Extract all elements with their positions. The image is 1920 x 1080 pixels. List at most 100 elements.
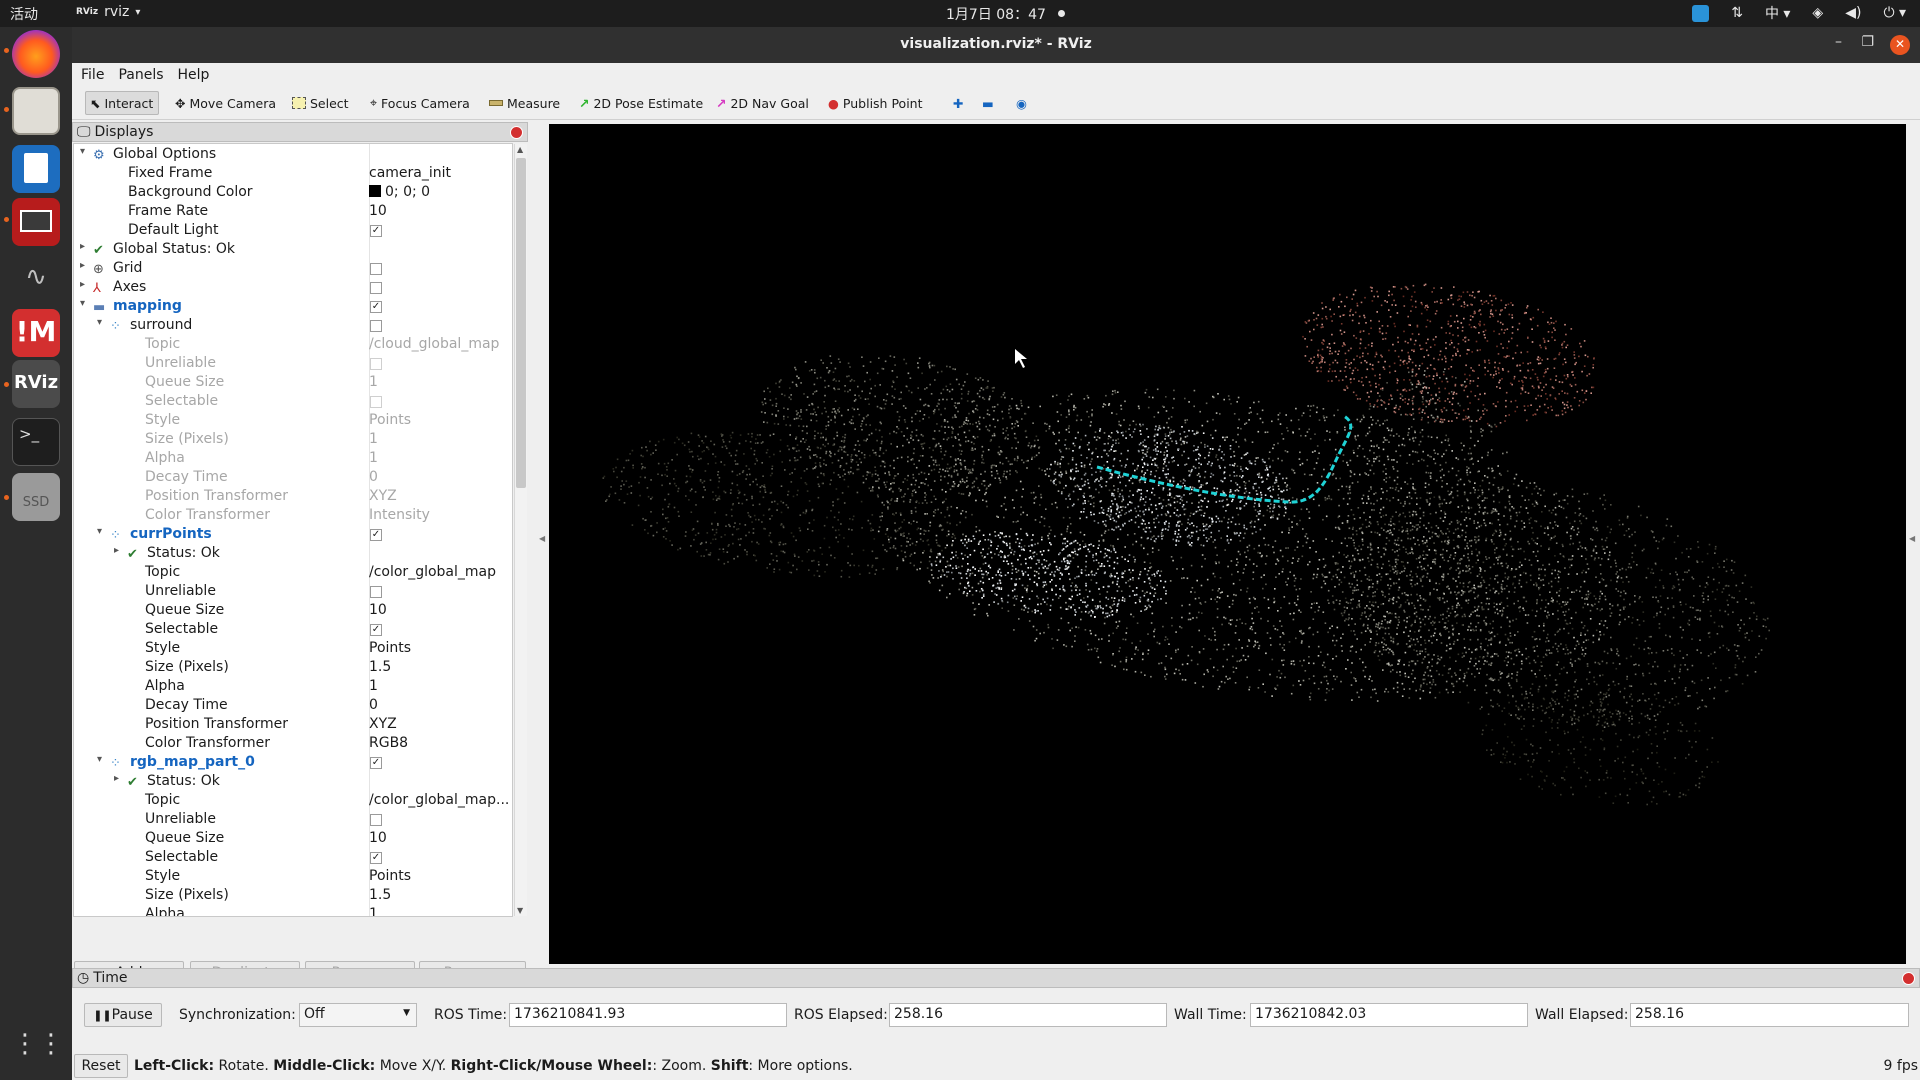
display-tree-row[interactable]: Size (Pixels) 1.5 xyxy=(74,659,512,678)
scroll-up-arrow[interactable]: ▲ xyxy=(517,145,523,154)
checkbox[interactable]: ✓ xyxy=(370,529,382,541)
pose-estimate-tool[interactable]: ↗ 2D Pose Estimate xyxy=(575,91,707,115)
display-tree-row[interactable]: Size (Pixels) 1 xyxy=(74,431,512,450)
property-value[interactable]: Points xyxy=(369,640,411,656)
scrollbar-thumb[interactable] xyxy=(516,158,526,488)
checkbox[interactable] xyxy=(370,358,382,370)
power-icon[interactable]: ⏻ ▾ xyxy=(1883,5,1906,21)
volume-icon[interactable]: ◀) xyxy=(1845,5,1861,21)
measure-tool[interactable]: Measure xyxy=(485,91,564,115)
display-tree-row[interactable]: ▸ ✔ Status: Ok xyxy=(74,545,512,564)
display-tree-row[interactable]: Topic/color_global_map... xyxy=(74,792,512,811)
property-value[interactable]: 1.5 xyxy=(369,659,391,675)
clock[interactable]: 1月7日 08：47 xyxy=(946,4,1046,24)
property-value[interactable]: XYZ xyxy=(369,716,397,732)
display-tree-row[interactable]: Alpha 1 xyxy=(74,906,512,916)
display-tree-row[interactable]: Selectable xyxy=(74,393,512,412)
terminal-icon[interactable]: >_ xyxy=(12,418,60,466)
display-tree-row[interactable]: ▾ ⁘ surround xyxy=(74,317,512,336)
display-tree-row[interactable]: ▾ ⚙ Global Options xyxy=(74,146,512,165)
focus-camera-tool[interactable]: ⌖ Focus Camera xyxy=(366,91,474,115)
collapse-left-arrow[interactable]: ◀ xyxy=(539,534,545,543)
app-menu[interactable]: RViz rviz ▾ xyxy=(76,4,140,20)
display-tree-row[interactable]: Unreliable xyxy=(74,355,512,374)
files-icon[interactable] xyxy=(12,87,60,135)
scroll-down-arrow[interactable]: ▼ xyxy=(517,906,523,915)
wifi-icon[interactable]: ◈ xyxy=(1812,5,1823,21)
property-value[interactable]: 0; 0; 0 xyxy=(369,184,430,200)
property-value[interactable]: Intensity xyxy=(369,507,430,523)
vertical-scrollbar[interactable]: ▲ ▼ xyxy=(514,144,527,916)
wall-time-field[interactable]: 1736210842.03 xyxy=(1250,1003,1528,1027)
checkbox[interactable] xyxy=(370,586,382,598)
property-value[interactable]: 10 xyxy=(369,203,387,219)
remove-tool-button[interactable]: ▬ xyxy=(978,91,998,115)
reset-button[interactable]: Reset xyxy=(74,1054,128,1078)
checkbox[interactable]: ✓ xyxy=(370,624,382,636)
system-monitor-icon[interactable]: ∿ xyxy=(12,255,60,303)
display-tree-row[interactable]: Background Color 0; 0; 0 xyxy=(74,184,512,203)
move-camera-tool[interactable]: ✥ Move Camera xyxy=(171,91,280,115)
property-value[interactable]: 0 xyxy=(369,469,378,485)
expand-down-icon[interactable]: ▾ xyxy=(97,317,102,328)
pause-button[interactable]: ❚❚Pause xyxy=(84,1003,162,1027)
checkbox[interactable]: ✓ xyxy=(370,852,382,864)
display-tree-row[interactable]: Alpha 1 xyxy=(74,450,512,469)
close-time-panel-icon[interactable] xyxy=(1902,972,1915,985)
property-value[interactable]: Points xyxy=(369,412,411,428)
terminal-app-icon[interactable] xyxy=(12,198,60,246)
display-tree-row[interactable]: Topic/cloud_global_map xyxy=(74,336,512,355)
property-value[interactable]: RGB8 xyxy=(369,735,408,751)
display-tree-row[interactable]: Queue Size 10 xyxy=(74,830,512,849)
property-value[interactable]: 1 xyxy=(369,906,378,916)
display-tree-row[interactable]: ▾ ⁘ currPoints ✓ xyxy=(74,526,512,545)
expand-right-icon[interactable]: ▸ xyxy=(114,773,119,784)
display-tree-row[interactable]: Alpha 1 xyxy=(74,678,512,697)
rviz-dock-icon[interactable]: RViz xyxy=(12,360,60,408)
expand-right-icon[interactable]: ▸ xyxy=(80,279,85,290)
checkbox[interactable]: ✓ xyxy=(370,225,382,237)
display-tree-row[interactable]: Default Light ✓ xyxy=(74,222,512,241)
property-value[interactable]: /color_global_map... xyxy=(369,792,509,808)
telegram-tray-icon[interactable] xyxy=(1692,4,1710,22)
display-tree-row[interactable]: Color Transformer RGB8 xyxy=(74,735,512,754)
checkbox[interactable] xyxy=(370,320,382,332)
maximize-icon[interactable]: ❐ xyxy=(1861,34,1874,50)
display-tree-row[interactable]: ▾ ⁘ rgb_map_part_0 ✓ xyxy=(74,754,512,773)
expand-down-icon[interactable]: ▾ xyxy=(80,298,85,309)
checkbox[interactable] xyxy=(370,814,382,826)
display-tree-row[interactable]: Style Points xyxy=(74,868,512,887)
checkbox[interactable] xyxy=(370,263,382,275)
input-method-indicator[interactable]: 中 ▾ xyxy=(1765,3,1790,23)
display-tree-row[interactable]: Frame Rate 10 xyxy=(74,203,512,222)
display-tree-row[interactable]: Topic/color_global_map xyxy=(74,564,512,583)
display-tree-row[interactable]: Position Transformer XYZ xyxy=(74,488,512,507)
activities-button[interactable]: 活动 xyxy=(10,4,38,24)
display-tree-row[interactable]: Fixed Frame camera_init xyxy=(74,165,512,184)
display-tree-row[interactable]: Style Points xyxy=(74,640,512,659)
checkbox[interactable]: ✓ xyxy=(370,757,382,769)
writer-icon[interactable] xyxy=(12,145,60,193)
display-tree-row[interactable]: ▾ ▬ mapping ✓ xyxy=(74,298,512,317)
display-tree-row[interactable]: Position Transformer XYZ xyxy=(74,716,512,735)
display-tree-row[interactable]: Color Transformer Intensity xyxy=(74,507,512,526)
tool-properties-button[interactable]: ◉ xyxy=(1012,91,1031,115)
display-tree-row[interactable]: Decay Time 0 xyxy=(74,697,512,716)
display-tree-row[interactable]: ▸ ⅄ Axes xyxy=(74,279,512,298)
minimize-icon[interactable]: – xyxy=(1835,34,1842,50)
expand-down-icon[interactable]: ▾ xyxy=(80,146,85,157)
display-tree-row[interactable]: Style Points xyxy=(74,412,512,431)
property-value[interactable]: /color_global_map xyxy=(369,564,496,580)
property-value[interactable]: 0 xyxy=(369,697,378,713)
interact-tool[interactable]: ⬉ Interact xyxy=(85,91,159,115)
network-icon[interactable]: ⇅ xyxy=(1731,5,1743,21)
display-tree-row[interactable]: Selectable ✓ xyxy=(74,621,512,640)
property-value[interactable]: 1 xyxy=(369,431,378,447)
display-tree-row[interactable]: Queue Size 10 xyxy=(74,602,512,621)
checkbox[interactable] xyxy=(370,282,382,294)
property-value[interactable]: 10 xyxy=(369,602,387,618)
displays-tree[interactable]: ▾ ⚙ Global Options Fixed Frame camera_init Ba… xyxy=(73,143,513,917)
imagewriter-icon[interactable]: !M xyxy=(12,309,60,357)
property-value[interactable]: 1.5 xyxy=(369,887,391,903)
expand-right-icon[interactable]: ▸ xyxy=(80,241,85,252)
